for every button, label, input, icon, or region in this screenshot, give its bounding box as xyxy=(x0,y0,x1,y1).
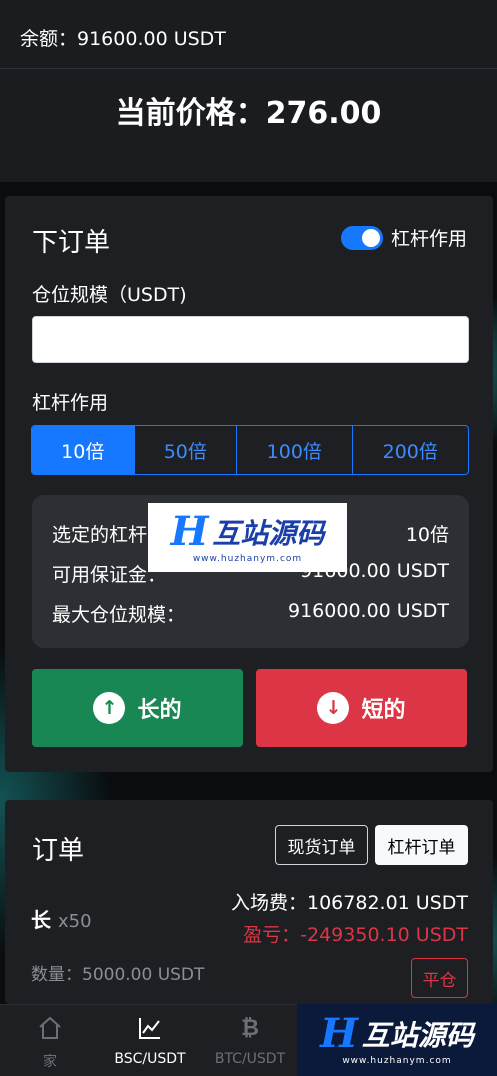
bitcoin-icon: ₿ xyxy=(241,1016,259,1041)
position-side: 长 x50 xyxy=(31,904,92,933)
balance-text: 余额：91600.00 USDT xyxy=(20,28,226,50)
nav-item-home[interactable]: 家 xyxy=(0,1005,100,1076)
arrow-up-icon: ↑ xyxy=(93,692,126,724)
short-button-label: 短的 xyxy=(361,698,406,723)
leverage-option-200x[interactable]: 200倍 xyxy=(353,426,468,474)
max-position-label: 最大仓位规模： xyxy=(52,604,186,626)
leverage-option-10x[interactable]: 10倍 xyxy=(32,426,135,474)
nav-label-btc-usdt: BTC/USDT xyxy=(214,1051,286,1067)
nav-label-home: 家 xyxy=(43,1054,57,1070)
arrow-down-icon: ↓ xyxy=(317,692,350,724)
tab-spot-orders[interactable]: 现货订单 xyxy=(275,825,368,865)
entry-fee: 入场费：106782.01 USDT xyxy=(231,892,468,914)
leverage-option-100x[interactable]: 100倍 xyxy=(237,426,353,474)
nav-label-bsc-usdt: BSC/USDT xyxy=(114,1051,186,1067)
position-size-input[interactable] xyxy=(32,316,469,363)
watermark-logo: H 互站源码 www.huzhanym.com xyxy=(148,503,347,572)
orders-title: 订单 xyxy=(32,836,85,866)
position-side-label: 长 xyxy=(31,908,51,932)
watermark-brand: 互站源码 xyxy=(212,516,325,550)
position-size-label: 仓位规模（USDT) xyxy=(32,284,187,306)
watermark-h-icon-bottom: H xyxy=(320,1010,358,1057)
short-button[interactable]: ↓ 短的 xyxy=(256,669,467,747)
watermark-brand-bottom: 互站源码 xyxy=(361,1019,474,1052)
leverage-label: 杠杆作用 xyxy=(32,392,109,414)
orders-card: 订单 现货订单 杠杆订单 长 x50 入场费：106782.01 USDT 盈亏… xyxy=(5,800,493,1004)
watermark-url-bottom: www.huzhanym.com xyxy=(342,1056,452,1066)
header-panel: 余额：91600.00 USDT 当前价格：276.00 xyxy=(0,0,497,182)
leverage-toggle[interactable]: 杠杆作用 xyxy=(340,224,467,251)
header-divider xyxy=(0,68,497,69)
tab-leverage-orders[interactable]: 杠杆订单 xyxy=(375,825,468,865)
leverage-option-50x[interactable]: 50倍 xyxy=(135,426,238,474)
long-button[interactable]: ↑ 长的 xyxy=(32,669,243,747)
max-position-value: 916000.00 USDT xyxy=(288,600,449,622)
home-icon xyxy=(37,1013,63,1043)
close-position-button[interactable]: 平仓 xyxy=(411,958,468,998)
position-quantity: 数量：5000.00 USDT xyxy=(31,965,205,985)
toggle-switch[interactable] xyxy=(340,225,383,250)
order-form-card: 下订单 杠杆作用 仓位规模（USDT) 杠杆作用 10倍 50倍 100倍 20… xyxy=(5,196,493,772)
long-button-label: 长的 xyxy=(137,698,182,723)
pnl-value: 盈亏：-249350.10 USDT xyxy=(243,924,468,946)
selected-leverage-value: 10倍 xyxy=(405,524,449,546)
leverage-options: 10倍 50倍 100倍 200倍 xyxy=(31,425,469,475)
nav-item-bsc-usdt[interactable]: BSC/USDT xyxy=(100,1005,200,1076)
toggle-knob xyxy=(361,228,380,247)
watermark-url: www.huzhanym.com xyxy=(192,553,303,564)
position-multiplier: x50 xyxy=(57,911,92,932)
watermark-h-icon: H xyxy=(170,507,209,555)
nav-item-btc-usdt[interactable]: ₿ BTC/USDT xyxy=(200,1005,300,1076)
leverage-toggle-label: 杠杆作用 xyxy=(390,228,467,250)
info-row-max-position: 最大仓位规模： 916000.00 USDT xyxy=(52,600,449,627)
order-form-title: 下订单 xyxy=(32,228,111,258)
watermark-logo-bottom: H 互站源码 www.huzhanym.com xyxy=(297,1004,497,1076)
chart-line-icon xyxy=(137,1013,163,1043)
current-price: 当前价格：276.00 xyxy=(115,96,382,131)
